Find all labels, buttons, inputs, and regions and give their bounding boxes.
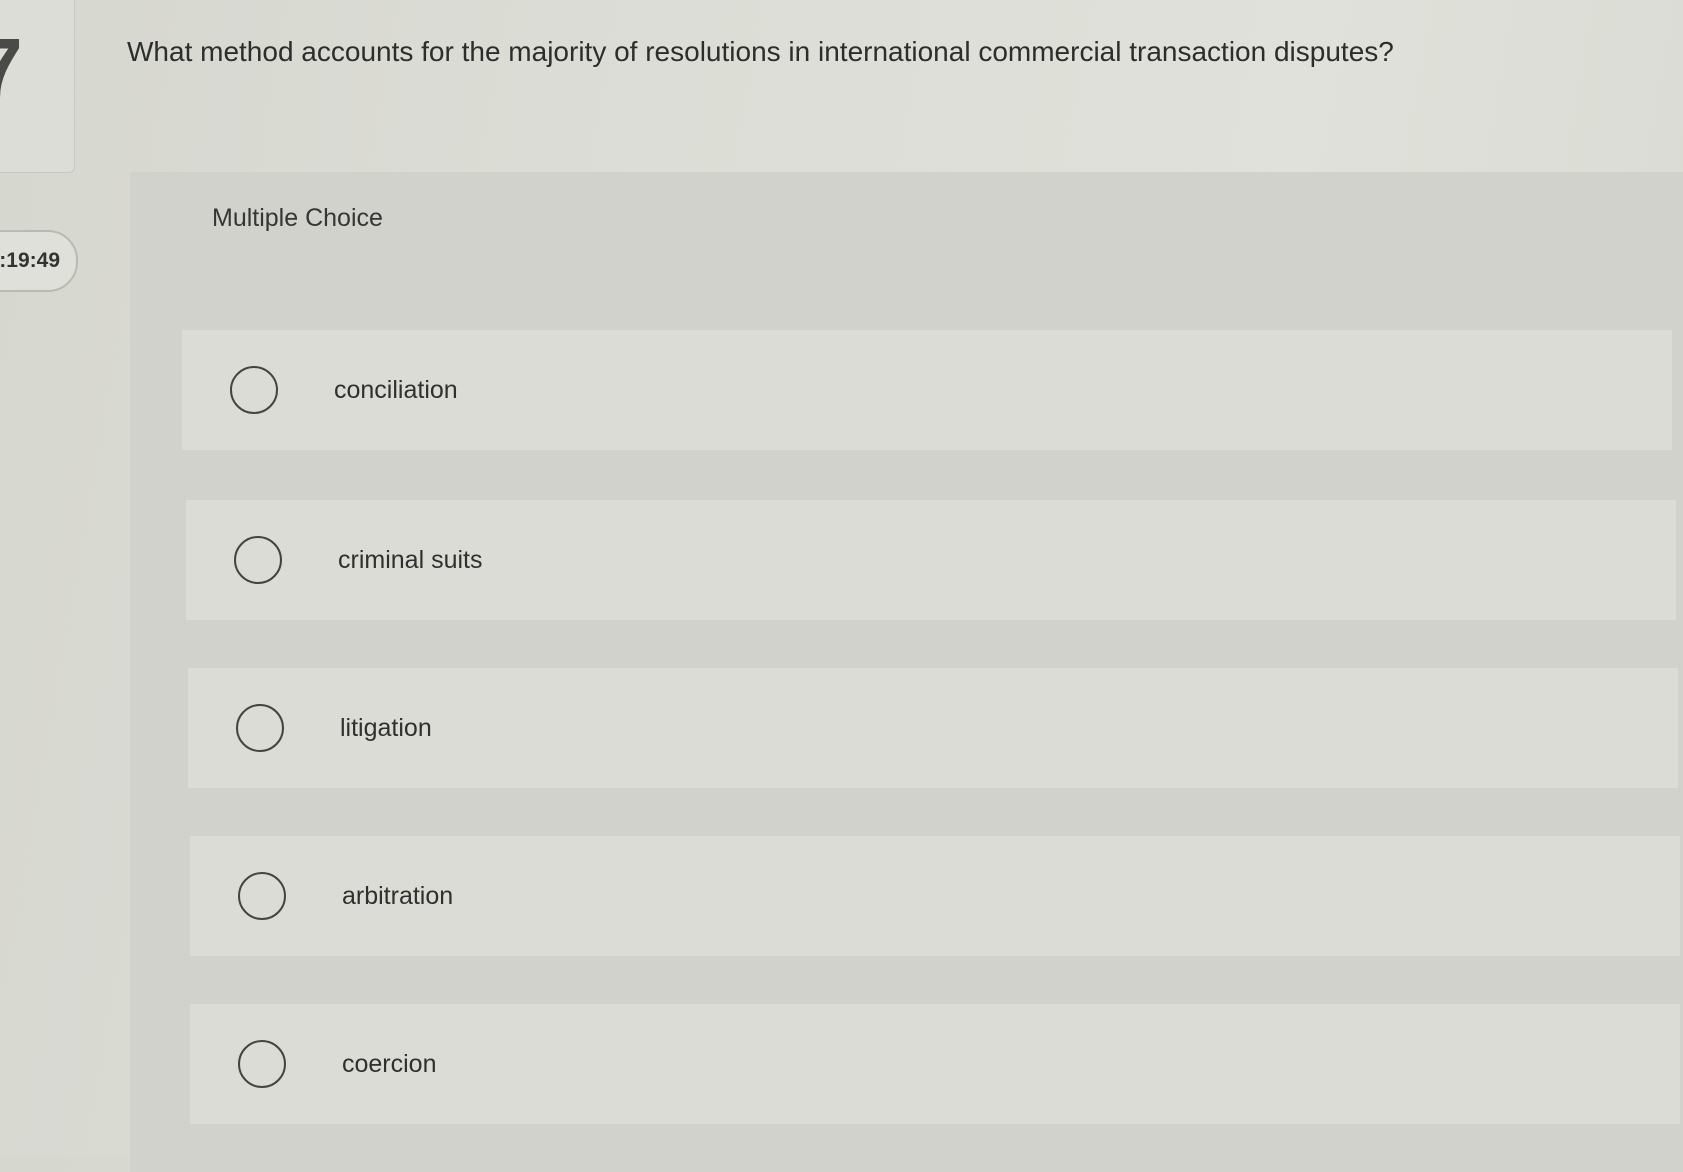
- radio-button[interactable]: [236, 704, 284, 752]
- radio-button[interactable]: [238, 872, 286, 920]
- choice-arbitration[interactable]: arbitration: [190, 836, 1680, 956]
- choice-label: arbitration: [342, 881, 454, 910]
- choice-litigation[interactable]: litigation: [188, 668, 1678, 788]
- choice-label: conciliation: [334, 375, 458, 404]
- timer: :19:49: [0, 230, 78, 292]
- choice-label: criminal suits: [338, 545, 483, 574]
- radio-button[interactable]: [238, 1040, 286, 1088]
- radio-button[interactable]: [230, 366, 278, 414]
- question-text: What method accounts for the majority of…: [127, 36, 1394, 67]
- question-type-label: Multiple Choice: [212, 204, 383, 232]
- choice-coercion[interactable]: coercion: [190, 1004, 1680, 1124]
- choice-conciliation[interactable]: conciliation: [182, 330, 1672, 450]
- question-number-box: 7: [0, 0, 75, 173]
- question-number: 7: [0, 26, 23, 110]
- choice-label: coercion: [342, 1049, 437, 1078]
- choice-criminal-suits[interactable]: criminal suits: [186, 500, 1676, 620]
- radio-button[interactable]: [234, 536, 282, 584]
- choice-label: litigation: [340, 713, 432, 742]
